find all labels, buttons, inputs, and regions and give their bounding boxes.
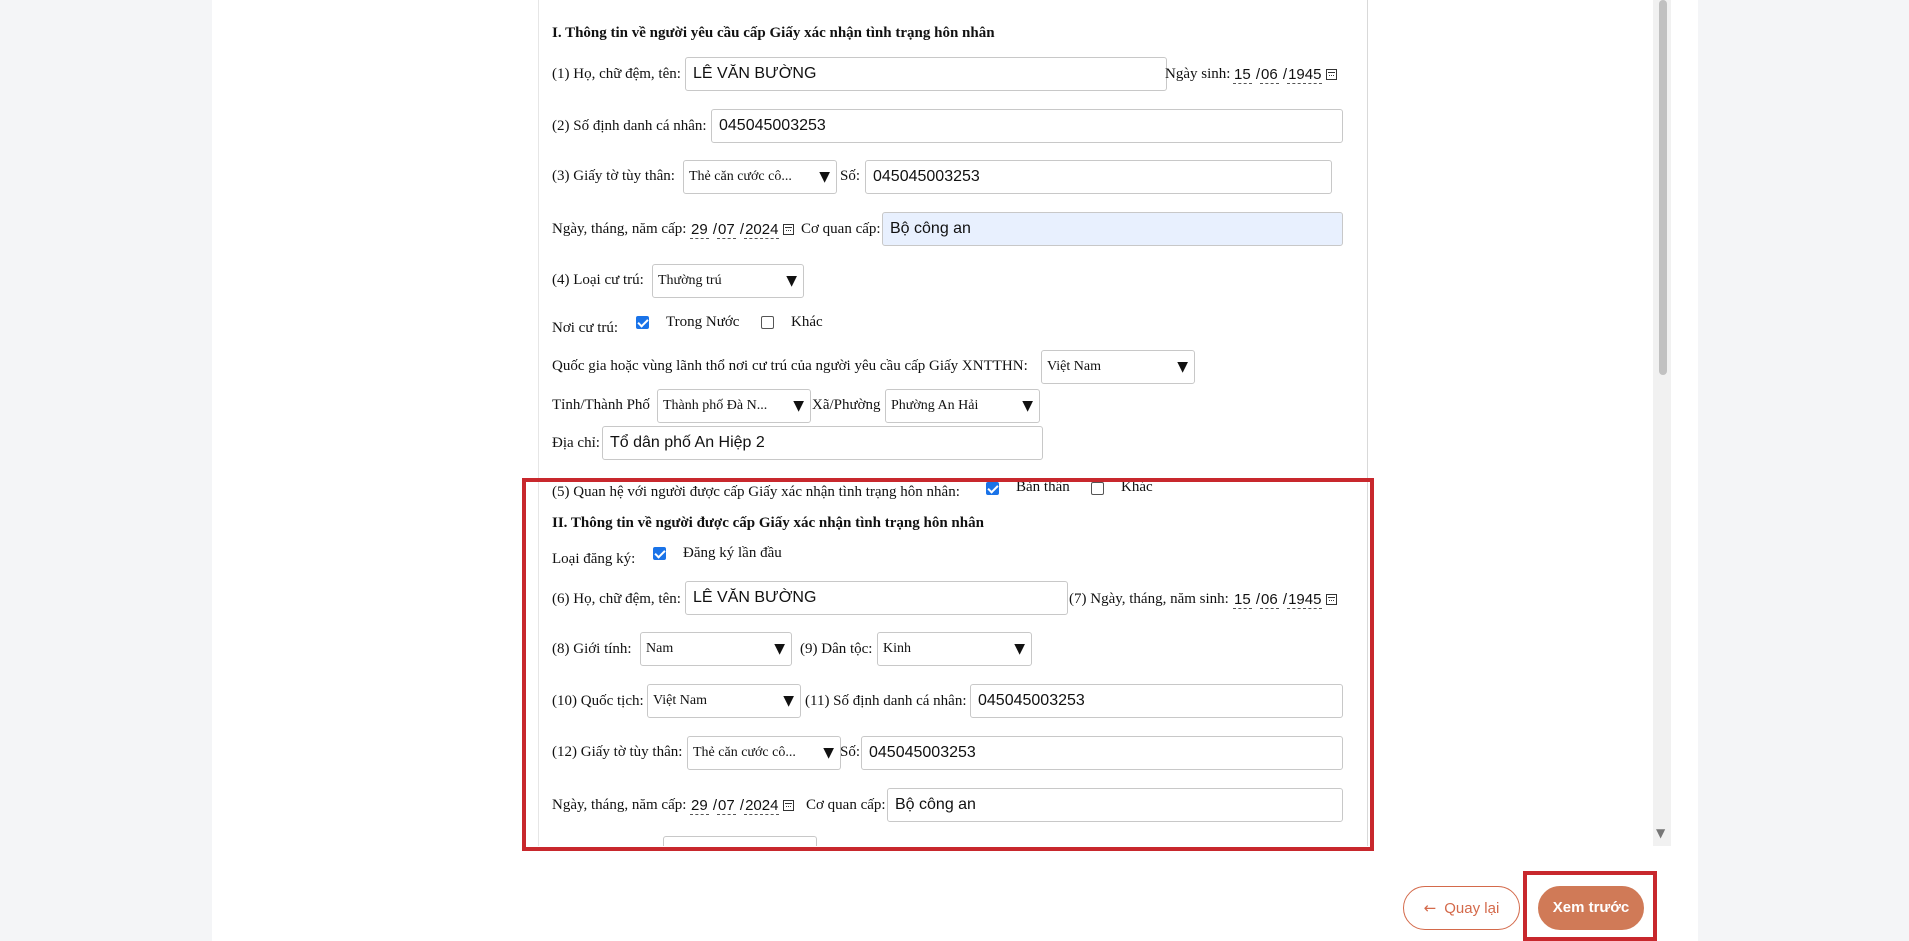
province-label: Tỉnh/Thành Phố <box>552 397 650 413</box>
requester-id-input[interactable]: 045045003253 <box>711 109 1343 143</box>
chevron-down-icon: ▼ <box>786 273 797 289</box>
requester-issue-date-field[interactable]: 29 /07 /2024 <box>690 221 795 239</box>
requester-id-label: (2) Số định danh cá nhân: <box>552 118 707 134</box>
chevron-down-icon: ▼ <box>1177 359 1188 375</box>
chevron-down-icon: ▼ <box>1022 398 1033 414</box>
calendar-icon[interactable] <box>783 224 795 235</box>
ward-select[interactable]: Phường An Hải ▼ <box>885 389 1040 423</box>
requester-name-input[interactable]: LÊ VĂN BƯỜNG <box>685 57 1167 91</box>
requester-doc-label: (3) Giấy tờ tùy thân: <box>552 168 675 184</box>
requester-doc-type-select[interactable]: Thẻ căn cước cô... ▼ <box>683 160 837 194</box>
requester-doc-no-label: Số: <box>840 168 861 184</box>
address-input[interactable]: Tổ dân phố An Hiệp 2 <box>602 426 1043 460</box>
ward-value: Phường An Hải <box>891 398 979 413</box>
back-button-label: Quay lại <box>1444 900 1500 917</box>
residence-other-label: Khác <box>791 314 823 330</box>
country-select[interactable]: Việt Nam ▼ <box>1041 350 1195 384</box>
requester-dob-field[interactable]: 15 /06 /1945 <box>1233 66 1338 84</box>
calendar-icon[interactable] <box>1326 69 1338 80</box>
highlight-box-section-2 <box>522 478 1374 851</box>
requester-issue-date-label: Ngày, tháng, năm cấp: <box>552 221 687 237</box>
country-value: Việt Nam <box>1047 359 1101 374</box>
requester-name-label: (1) Họ, chữ đệm, tên: <box>552 66 681 82</box>
country-label: Quốc gia hoặc vùng lãnh thổ nơi cư trú c… <box>552 358 1028 374</box>
chevron-down-icon: ▼ <box>793 398 804 414</box>
address-label: Địa chỉ: <box>552 435 600 451</box>
dob-day[interactable]: 15 <box>1233 66 1252 84</box>
back-button[interactable]: ← Quay lại <box>1403 886 1520 930</box>
residence-type-label: (4) Loại cư trú: <box>552 272 644 288</box>
issue-month[interactable]: 07 <box>717 221 736 239</box>
residence-domestic-label: Trong Nước <box>666 314 740 330</box>
dob-month[interactable]: 06 <box>1260 66 1279 84</box>
preview-button-label: Xem trước <box>1552 899 1630 916</box>
requester-doc-type-value: Thẻ căn cước cô... <box>689 169 792 184</box>
requester-doc-no-input[interactable]: 045045003253 <box>865 160 1332 194</box>
requester-issuer-input[interactable]: Bộ công an <box>882 212 1343 246</box>
arrow-left-icon: ← <box>1423 899 1437 917</box>
province-value: Thành phố Đà N... <box>663 398 768 413</box>
residence-type-select[interactable]: Thường trú ▼ <box>652 264 804 298</box>
section-1-title: I. Thông tin về người yêu cầu cấp Giấy x… <box>552 25 995 41</box>
ward-label: Xã/Phường <box>812 397 881 413</box>
issue-year[interactable]: 2024 <box>744 221 780 239</box>
requester-dob-label: Ngày sinh: <box>1165 66 1231 82</box>
issue-day[interactable]: 29 <box>690 221 709 239</box>
dob-year[interactable]: 1945 <box>1287 66 1323 84</box>
residence-type-value: Thường trú <box>658 273 722 288</box>
requester-issuer-label: Cơ quan cấp: <box>801 221 881 237</box>
residence-domestic-checkbox[interactable] <box>636 316 649 329</box>
scroll-down-arrow-icon[interactable]: ▼ <box>1656 826 1665 840</box>
preview-button[interactable]: Xem trước <box>1538 886 1644 930</box>
chevron-down-icon: ▼ <box>819 169 830 185</box>
scrollbar-thumb[interactable] <box>1659 0 1667 375</box>
residence-other-checkbox[interactable] <box>761 316 774 329</box>
province-select[interactable]: Thành phố Đà N... ▼ <box>657 389 811 423</box>
residence-place-label: Nơi cư trú: <box>552 320 619 336</box>
